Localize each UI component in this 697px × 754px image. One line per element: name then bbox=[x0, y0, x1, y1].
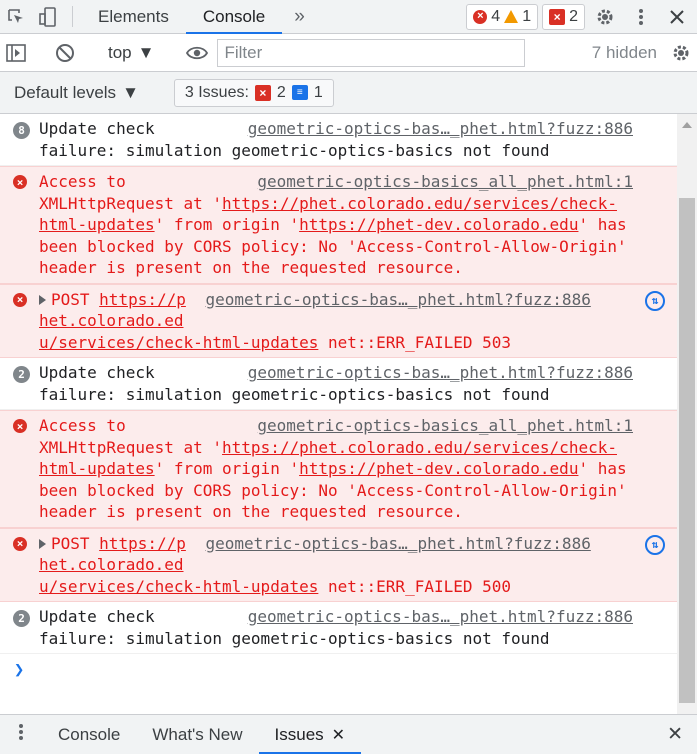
console-toolbar: top ▼ Filter 7 hidden bbox=[0, 34, 697, 72]
expand-triangle-icon[interactable] bbox=[39, 295, 46, 305]
error-count: 4 bbox=[491, 7, 501, 25]
network-request-icon[interactable]: ⇅ bbox=[645, 290, 665, 311]
request-url-link[interactable]: u/services/check-html-updates bbox=[39, 333, 318, 352]
issues-label: 3 Issues: bbox=[184, 83, 249, 101]
drawer-menu-icon[interactable] bbox=[0, 715, 42, 748]
source-link[interactable]: geometric-optics-basics_all_phet.html:1 bbox=[257, 415, 633, 437]
repeat-count-badge: 2 bbox=[13, 366, 30, 383]
scrollbar[interactable] bbox=[677, 114, 697, 714]
filter-placeholder: Filter bbox=[224, 42, 263, 62]
issue-error-icon: × bbox=[254, 84, 271, 101]
error-icon: × bbox=[13, 536, 27, 551]
clear-console-icon[interactable] bbox=[49, 36, 81, 69]
console-message[interactable]: 2 geometric-optics-bas…_phet.html?fuzz:8… bbox=[0, 358, 677, 410]
console-error[interactable]: × geometric-optics-basics_all_phet.html:… bbox=[0, 410, 677, 528]
inspect-element-icon[interactable] bbox=[0, 0, 32, 33]
http-method: POST bbox=[51, 533, 90, 553]
error-icon: × bbox=[13, 419, 27, 433]
request-url-link[interactable]: het.colorado.ed bbox=[39, 311, 184, 330]
network-error[interactable]: × POST https://p geometric-optics-bas…_p… bbox=[0, 527, 677, 602]
error-warning-counter[interactable]: × 4 1 bbox=[466, 3, 539, 30]
divider bbox=[72, 6, 73, 27]
hidden-count: 7 hidden bbox=[591, 42, 657, 62]
network-status: net::ERR_FAILED 500 bbox=[328, 576, 512, 596]
warning-count: 1 bbox=[522, 7, 532, 25]
scrollbar-thumb[interactable] bbox=[679, 198, 695, 703]
issue-count: 2 bbox=[569, 7, 578, 25]
request-url-link[interactable]: https://p bbox=[99, 290, 186, 309]
live-expression-eye-icon[interactable] bbox=[181, 36, 213, 69]
request-url-link[interactable]: u/services/check-html-updates bbox=[39, 577, 318, 596]
device-toolbar-icon[interactable] bbox=[32, 0, 64, 33]
repeat-count-badge: 2 bbox=[13, 610, 30, 627]
devtools-tabbar: Elements Console » × 4 1 × 2 bbox=[0, 0, 697, 34]
console-settings-gear-icon[interactable] bbox=[665, 36, 697, 69]
close-tab-icon[interactable]: ✕ bbox=[332, 725, 345, 745]
request-url-link[interactable]: https://p bbox=[99, 534, 186, 553]
error-text: Access to XMLHttpRequest at ' bbox=[39, 172, 223, 213]
error-icon: × bbox=[473, 9, 488, 24]
tab-console[interactable]: Console bbox=[185, 0, 283, 34]
source-link[interactable]: geometric-optics-bas…_phet.html?fuzz:886 bbox=[248, 362, 633, 384]
close-drawer-icon[interactable]: ✕ bbox=[653, 715, 697, 754]
context-selector[interactable]: top ▼ bbox=[98, 43, 164, 63]
error-text: Access to XMLHttpRequest at ' bbox=[39, 416, 223, 457]
origin-url-link[interactable]: https://phet-dev.colorado.edu bbox=[299, 215, 578, 234]
console-messages: 8 geometric-optics-bas…_phet.html?fuzz:8… bbox=[0, 114, 677, 714]
source-link[interactable]: geometric-optics-bas…_phet.html?fuzz:886 bbox=[248, 118, 633, 140]
drawer-tab-whats-new[interactable]: What's New bbox=[136, 715, 258, 754]
dropdown-arrow-icon: ▼ bbox=[137, 42, 155, 62]
issue-error-icon: × bbox=[549, 8, 566, 25]
counters: × 4 1 × 2 bbox=[466, 0, 697, 33]
origin-url-link[interactable]: https://phet-dev.colorado.edu bbox=[299, 459, 578, 478]
issues-info-count: 1 bbox=[313, 83, 323, 101]
source-link[interactable]: geometric-optics-bas…_phet.html?fuzz:886 bbox=[206, 290, 591, 309]
request-url-link[interactable]: het.colorado.ed bbox=[39, 555, 184, 574]
expand-triangle-icon[interactable] bbox=[39, 539, 46, 549]
issues-counter[interactable]: × 2 bbox=[542, 3, 585, 30]
more-tabs-icon[interactable]: » bbox=[282, 0, 317, 33]
network-status: net::ERR_FAILED 503 bbox=[328, 332, 512, 352]
console-prompt[interactable]: ❯ bbox=[0, 654, 677, 680]
source-link[interactable]: geometric-optics-bas…_phet.html?fuzz:886 bbox=[206, 534, 591, 553]
drawer-tab-console[interactable]: Console bbox=[42, 715, 136, 754]
default-levels-label: Default levels bbox=[14, 82, 117, 102]
repeat-count-badge: 8 bbox=[13, 122, 30, 139]
network-request-icon[interactable]: ⇅ bbox=[645, 534, 665, 555]
default-levels-dropdown[interactable]: Default levels ▼ bbox=[0, 83, 153, 103]
prompt-chevron-icon: ❯ bbox=[14, 660, 25, 680]
error-text: ' from origin ' bbox=[154, 215, 300, 234]
console-error[interactable]: × geometric-optics-basics_all_phet.html:… bbox=[0, 166, 677, 284]
levels-bar: Default levels ▼ 3 Issues: × 2 ≡ 1 bbox=[0, 72, 697, 114]
tab-elements[interactable]: Elements bbox=[81, 0, 186, 33]
close-devtools-icon[interactable] bbox=[661, 0, 693, 33]
context-label: top bbox=[108, 42, 132, 62]
drawer-tabbar: Console What's New Issues ✕ ✕ bbox=[0, 714, 697, 754]
error-text: ' from origin ' bbox=[154, 459, 300, 478]
kebab-menu-icon[interactable] bbox=[625, 0, 657, 33]
http-method: POST bbox=[51, 289, 90, 309]
console-message[interactable]: 2 geometric-optics-bas…_phet.html?fuzz:8… bbox=[0, 602, 677, 654]
source-link[interactable]: geometric-optics-basics_all_phet.html:1 bbox=[257, 171, 633, 193]
source-link[interactable]: geometric-optics-bas…_phet.html?fuzz:886 bbox=[248, 606, 633, 628]
dropdown-arrow-icon: ▼ bbox=[122, 82, 139, 102]
console-message[interactable]: 8 geometric-optics-bas…_phet.html?fuzz:8… bbox=[0, 114, 677, 166]
filter-input[interactable]: Filter bbox=[217, 38, 526, 67]
issues-button[interactable]: 3 Issues: × 2 ≡ 1 bbox=[173, 78, 334, 107]
scroll-up-arrow-icon[interactable] bbox=[682, 122, 692, 128]
issue-info-icon: ≡ bbox=[291, 85, 308, 100]
drawer-tab-issues-label: Issues bbox=[274, 724, 324, 744]
error-icon: × bbox=[13, 292, 27, 307]
error-icon: × bbox=[13, 175, 27, 189]
show-sidebar-icon[interactable] bbox=[0, 36, 32, 69]
warning-icon bbox=[504, 10, 519, 23]
settings-gear-icon[interactable] bbox=[589, 0, 621, 33]
issues-error-count: 2 bbox=[276, 83, 286, 101]
network-error[interactable]: × POST https://p geometric-optics-bas…_p… bbox=[0, 283, 677, 358]
drawer-tab-issues[interactable]: Issues ✕ bbox=[258, 715, 362, 754]
